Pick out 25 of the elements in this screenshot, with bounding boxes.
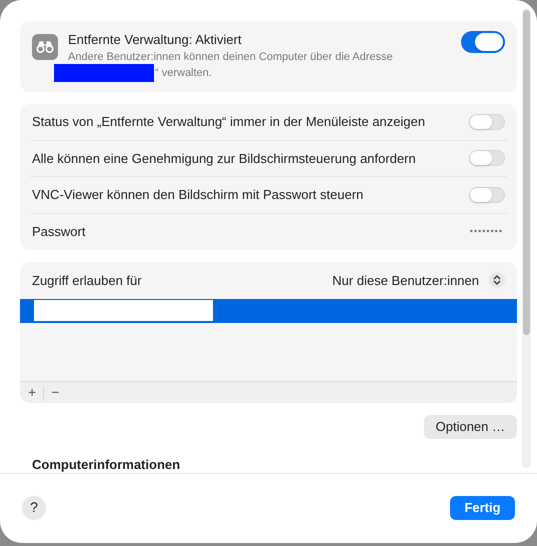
setting-label: VNC-Viewer können den Bildschirm mit Passwort steuern xyxy=(32,186,364,204)
password-field[interactable]: •••••••• xyxy=(470,225,505,238)
toggle-switch[interactable] xyxy=(469,114,505,130)
service-title: Entfernte Verwaltung: Aktiviert xyxy=(68,31,242,49)
options-button[interactable]: Optionen … xyxy=(424,415,517,439)
remove-button[interactable]: − xyxy=(49,382,62,403)
binoculars-icon xyxy=(32,34,58,60)
setting-label: Passwort xyxy=(32,223,86,241)
help-button[interactable]: ? xyxy=(22,496,46,520)
access-choice[interactable]: Nur diese Benutzer:innen xyxy=(332,270,479,290)
user-row[interactable] xyxy=(20,298,517,323)
done-button[interactable]: Fertig xyxy=(450,496,515,520)
section-heading: Computerinformationen xyxy=(31,457,182,473)
add-button[interactable]: + xyxy=(26,382,38,403)
chevron-updown-icon[interactable] xyxy=(489,272,505,288)
setting-label: Alle können eine Genehmigung zur Bildschirmsteuerung anfordern xyxy=(32,150,416,168)
access-label: Zugriff erlauben für xyxy=(32,272,142,290)
toggle-switch[interactable] xyxy=(469,186,505,203)
scrollbar-thumb[interactable] xyxy=(523,10,530,335)
service-description: “ verwalten. xyxy=(155,66,212,80)
toggle-switch[interactable] xyxy=(469,150,505,166)
toggle-switch[interactable] xyxy=(461,31,505,53)
setting-label: Status von „Entfernte Verwaltung“ immer in der Menüleiste anzeigen xyxy=(32,113,426,131)
scrollbar-track[interactable] xyxy=(522,8,531,468)
service-description: Andere Benutzer:innen können deinen Computer über die Adresse xyxy=(68,50,394,64)
